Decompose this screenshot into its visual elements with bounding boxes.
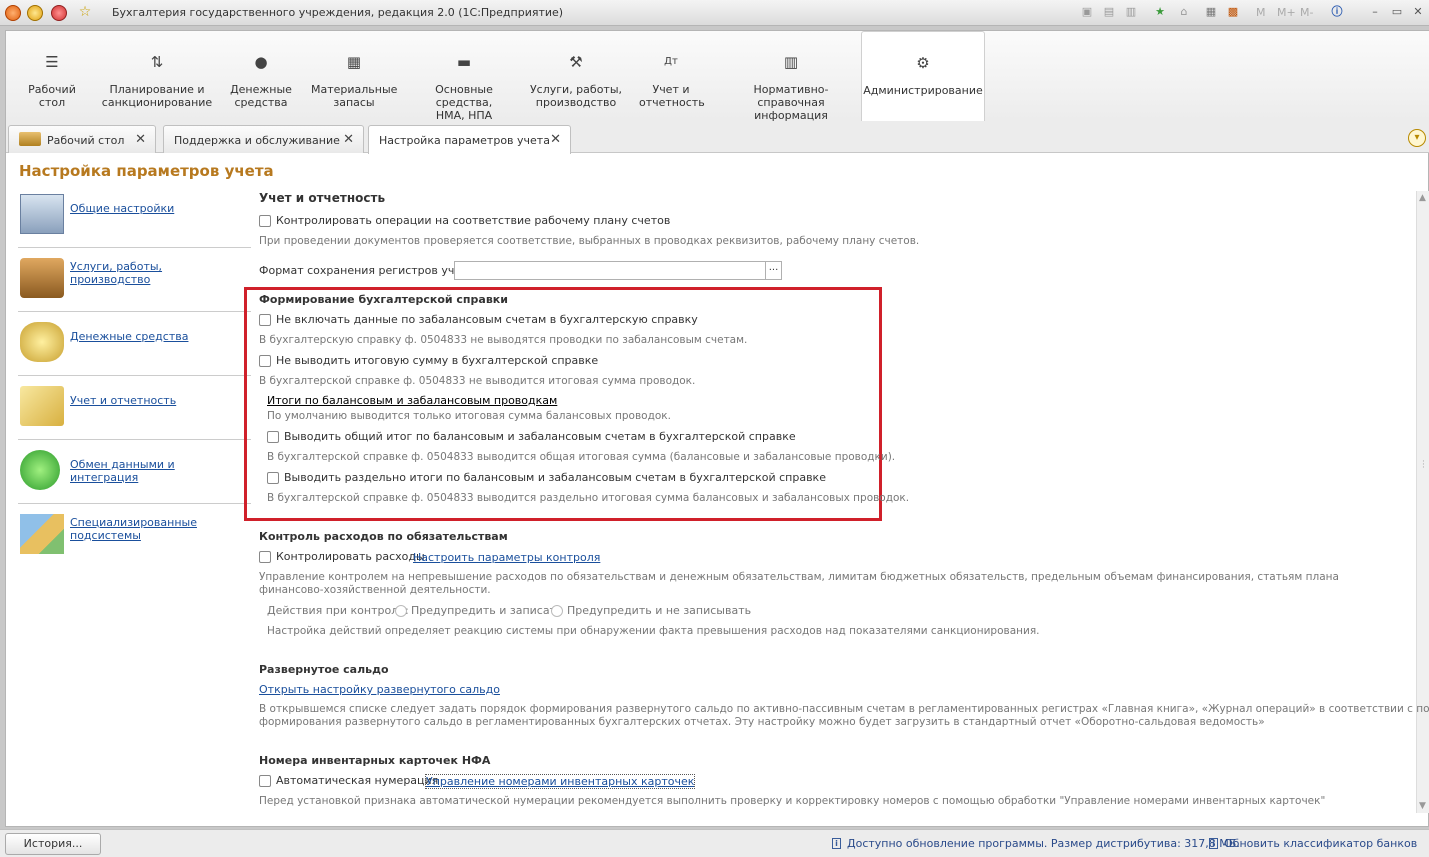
separate-total-label[interactable]: Выводить раздельно итоги по балансовым и… [284,471,826,484]
control-expenses-checkbox[interactable] [259,551,271,563]
totals-link[interactable]: Итоги по балансовым и забалансовым прово… [267,394,557,407]
section-heading-saldo: Развернутое сальдо [259,663,389,676]
separate-total-note: В бухгалтерской справке ф. 0504833 вывод… [267,492,910,504]
format-input[interactable]: ... [454,261,782,280]
inventory-note: Перед установкой признака автоматической… [259,795,1326,807]
control-settings-link[interactable]: Настроить параметры контроля [413,551,600,564]
common-total-note: В бухгалтерской справке ф. 0504833 вывод… [267,451,896,463]
section-heading-expenses: Контроль расходов по обязательствам [259,530,508,543]
format-label: Формат сохранения регистров учета: [259,264,479,277]
total-note: В бухгалтерской справке ф. 0504833 не вы… [259,375,696,387]
offbalance-label[interactable]: Не включать данные по забалансовым счета… [276,313,698,326]
common-total-label[interactable]: Выводить общий итог по балансовым и заба… [284,430,796,443]
actions-note: Настройка действий определяет реакцию си… [267,625,1040,637]
check-plan-checkbox[interactable] [259,215,271,227]
totals-note: По умолчанию выводится только итоговая с… [267,410,671,422]
actions-label: Действия при контроле: [267,604,409,617]
section-heading-accounting: Учет и отчетность [259,191,386,205]
saldo-note-2: формирования развернутого сальдо в регла… [259,716,1265,728]
total-label[interactable]: Не выводить итоговую сумму в бухгалтерск… [276,354,598,367]
action-warn-nosave-label[interactable]: Предупредить и не записывать [567,604,751,617]
check-plan-note: При проведении документов проверяется со… [259,235,920,247]
update-banks-link[interactable]: Обновить классификатор банков [1224,837,1417,850]
section-heading-reference: Формирование бухгалтерской справки [259,293,508,306]
check-plan-label[interactable]: Контролировать операции на соответствие … [276,214,670,227]
offbalance-checkbox[interactable] [259,314,271,326]
info-icon: i [1209,838,1218,849]
action-warn-nosave-radio[interactable] [551,605,563,617]
status-bar: История... i Доступно обновление програм… [0,829,1429,857]
action-warn-save-radio[interactable] [395,605,407,617]
offbalance-note: В бухгалтерскую справку ф. 0504833 не вы… [259,334,748,346]
saldo-note-1: В открывшемся списке следует задать поря… [259,703,1429,715]
separate-total-checkbox[interactable] [267,472,279,484]
auto-numbering-checkbox[interactable] [259,775,271,787]
info-icon: i [832,838,841,849]
inventory-numbers-link[interactable]: Управление номерами инвентарных карточек [424,774,696,789]
total-checkbox[interactable] [259,355,271,367]
expenses-note-2: финансово-хозяйственной деятельности. [259,584,491,596]
common-total-checkbox[interactable] [267,431,279,443]
control-expenses-label[interactable]: Контролировать расходы [276,550,425,563]
auto-numbering-label[interactable]: Автоматическая нумерация [276,774,438,787]
section-heading-inventory: Номера инвентарных карточек НФА [259,754,491,767]
expenses-note-1: Управление контролем на непревышение рас… [259,571,1339,583]
saldo-link[interactable]: Открыть настройку развернутого сальдо [259,683,500,696]
action-warn-save-label[interactable]: Предупредить и записать [411,604,562,617]
format-select-button[interactable]: ... [765,262,781,279]
update-notice[interactable]: Доступно обновление программы. Размер ди… [847,837,1240,850]
history-button[interactable]: История... [5,833,101,855]
settings-content: Учет и отчетность Контролировать операци… [0,0,1429,857]
